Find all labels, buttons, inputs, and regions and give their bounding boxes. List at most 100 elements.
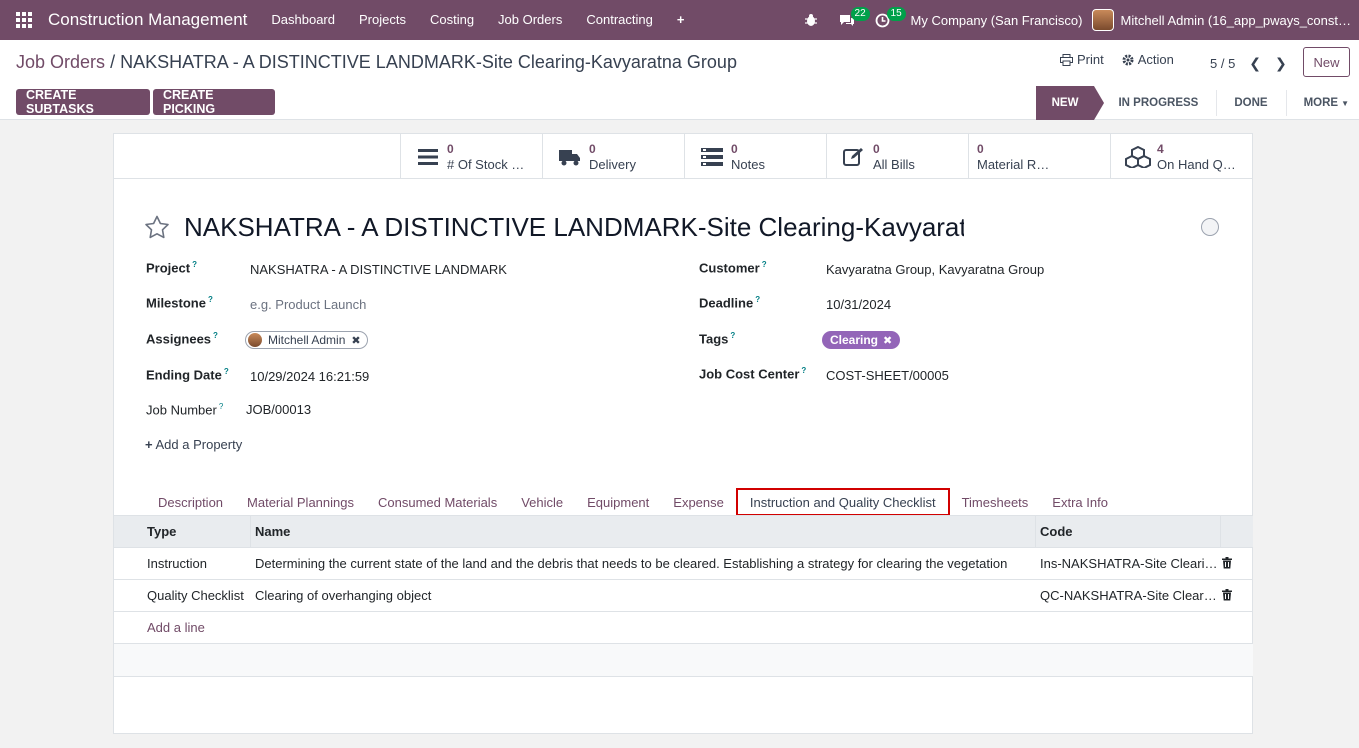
- remove-icon[interactable]: ✖: [351, 334, 360, 347]
- action-button[interactable]: Action: [1122, 52, 1174, 67]
- stat-notes[interactable]: 0 Notes: [684, 134, 826, 179]
- menu-costing[interactable]: Costing: [418, 0, 486, 40]
- row-name: Determining the current state of the lan…: [255, 556, 1008, 571]
- breadcrumb-job-orders[interactable]: Job Orders: [16, 52, 105, 72]
- stat-value: 0: [447, 141, 454, 156]
- add-property-label: Add a Property: [155, 437, 243, 452]
- stat-delivery[interactable]: 0 Delivery: [542, 134, 684, 179]
- trash-icon[interactable]: [1222, 589, 1232, 604]
- user-menu[interactable]: Mitchell Admin (16_app_pways_const…: [1092, 9, 1359, 31]
- breadcrumb-separator: /: [110, 52, 116, 72]
- job-number-label: Job Number?: [146, 402, 224, 418]
- main-menu: Dashboard Projects Costing Job Orders Co…: [259, 0, 696, 40]
- job-cost-center-input[interactable]: COST-SHEET/00005: [826, 368, 949, 383]
- stage-done[interactable]: DONE: [1214, 86, 1283, 120]
- menu-contracting[interactable]: Contracting: [574, 0, 664, 40]
- action-label: Action: [1137, 52, 1174, 67]
- tag-label: Clearing: [830, 333, 879, 347]
- pager: 5 / 5 ❮ ❯: [1210, 55, 1287, 72]
- gear-icon: [1122, 54, 1134, 65]
- assignee-name: Mitchell Admin: [268, 333, 346, 347]
- field-assignees: Assignees?: [146, 331, 218, 346]
- create-subtasks-button[interactable]: CREATE SUBTASKS: [16, 88, 150, 116]
- control-panel: Job Orders / NAKSHATRA - A DISTINCTIVE L…: [0, 40, 1359, 120]
- assignees-input[interactable]: Mitchell Admin ✖: [245, 331, 368, 350]
- stat-material-requests[interactable]: 0 Material R…: [968, 134, 1110, 179]
- add-line-link[interactable]: Add a line: [147, 612, 347, 644]
- deadline-label: Deadline?: [699, 295, 761, 311]
- activity-clock-icon[interactable]: 15: [865, 0, 906, 40]
- app-name[interactable]: Construction Management: [48, 10, 247, 30]
- tab-description[interactable]: Description: [146, 488, 235, 516]
- bug-icon[interactable]: [793, 0, 829, 40]
- tab-vehicle[interactable]: Vehicle: [509, 488, 575, 516]
- tab-consumed-materials[interactable]: Consumed Materials: [366, 488, 509, 516]
- user-name: Mitchell Admin (16_app_pways_const…: [1120, 12, 1351, 28]
- stat-value: 4: [1157, 141, 1164, 156]
- field-ending-date: Ending Date?: [146, 367, 229, 382]
- stat-on-hand-qty[interactable]: 4 On Hand Q…: [1110, 134, 1252, 179]
- row-code: Ins-NAKSHATRA-Site Clearing: [1040, 556, 1218, 571]
- company-switcher[interactable]: My Company (San Francisco): [901, 13, 1093, 28]
- remove-icon[interactable]: ✖: [883, 334, 892, 347]
- ending-date-label: Ending Date?: [146, 367, 229, 383]
- deadline-input[interactable]: 10/31/2024: [826, 297, 891, 312]
- create-picking-button[interactable]: CREATE PICKING: [153, 88, 275, 116]
- add-property-button[interactable]: + Add a Property: [145, 437, 242, 452]
- new-button[interactable]: New: [1303, 47, 1350, 77]
- tab-equipment[interactable]: Equipment: [575, 488, 661, 516]
- tab-material-plannings[interactable]: Material Plannings: [235, 488, 366, 516]
- plus-icon: +: [145, 437, 153, 452]
- tags-input[interactable]: Clearing ✖: [822, 331, 901, 349]
- print-button[interactable]: Print: [1060, 52, 1104, 67]
- stat-label: Notes: [731, 156, 765, 172]
- menu-dashboard[interactable]: Dashboard: [259, 0, 347, 40]
- table-row[interactable]: Instruction Determining the current stat…: [114, 548, 1253, 580]
- stage-new[interactable]: NEW: [1035, 86, 1105, 120]
- star-icon[interactable]: [144, 215, 170, 239]
- stat-label: Material R…: [977, 156, 1050, 172]
- column-type[interactable]: Type: [147, 516, 247, 548]
- job-number-value: JOB/00013: [246, 402, 312, 417]
- tab-timesheets[interactable]: Timesheets: [950, 488, 1041, 516]
- stat-value: 0: [589, 141, 596, 156]
- row-code: QC-NAKSHATRA-Site Clearing: [1040, 588, 1218, 603]
- job-order-title[interactable]: NAKSHATRA - A DISTINCTIVE LANDMARK-Site …: [184, 212, 964, 243]
- column-code[interactable]: Code: [1040, 516, 1220, 548]
- column-name[interactable]: Name: [255, 516, 1035, 548]
- apps-menu-icon[interactable]: [0, 0, 48, 40]
- stage-more-label: MORE: [1303, 97, 1339, 109]
- menu-plus-icon[interactable]: +: [665, 0, 697, 40]
- menu-projects[interactable]: Projects: [347, 0, 418, 40]
- customer-input[interactable]: Kavyaratna Group, Kavyaratna Group: [826, 262, 1044, 277]
- stage-more-dropdown[interactable]: MORE ▼: [1284, 86, 1359, 120]
- pager-next-icon[interactable]: ❯: [1275, 55, 1287, 72]
- checklist-table: Type Name Code Instruction Determining t…: [114, 516, 1253, 677]
- trash-icon[interactable]: [1222, 557, 1232, 572]
- tab-instruction-quality-checklist[interactable]: Instruction and Quality Checklist: [735, 488, 950, 516]
- row-type: Instruction: [147, 556, 207, 571]
- avatar: [1092, 9, 1115, 31]
- milestone-input[interactable]: e.g. Product Launch: [250, 297, 366, 312]
- pager-value[interactable]: 5 / 5: [1210, 56, 1235, 71]
- notes-icon: [699, 146, 725, 168]
- ending-date-input[interactable]: 10/29/2024 16:21:59: [250, 369, 369, 384]
- stage-in-progress[interactable]: IN PROGRESS: [1094, 86, 1214, 120]
- title-row: NAKSHATRA - A DISTINCTIVE LANDMARK-Site …: [144, 207, 964, 247]
- project-input[interactable]: NAKSHATRA - A DISTINCTIVE LANDMARK: [250, 262, 507, 277]
- row-type: Quality Checklist: [147, 588, 244, 603]
- pager-previous-icon[interactable]: ❮: [1249, 55, 1261, 72]
- assignee-tag: Mitchell Admin ✖: [245, 331, 368, 349]
- stat-all-bills[interactable]: 0 All Bills: [826, 134, 968, 179]
- caret-down-icon: ▼: [1341, 98, 1349, 108]
- tab-expense[interactable]: Expense: [661, 488, 736, 516]
- stat-stock-moves[interactable]: 0 # Of Stock …: [400, 134, 542, 179]
- menu-job-orders[interactable]: Job Orders: [486, 0, 574, 40]
- tab-extra-info[interactable]: Extra Info: [1040, 488, 1120, 516]
- add-line-row: Add a line: [114, 612, 1253, 644]
- field-customer: Customer?: [699, 260, 767, 275]
- table-row[interactable]: Quality Checklist Clearing of overhangin…: [114, 580, 1253, 612]
- kanban-state-toggle[interactable]: [1201, 218, 1219, 236]
- chat-icon[interactable]: 22: [829, 0, 870, 40]
- status-bar: NEW IN PROGRESS DONE MORE ▼: [1035, 86, 1359, 120]
